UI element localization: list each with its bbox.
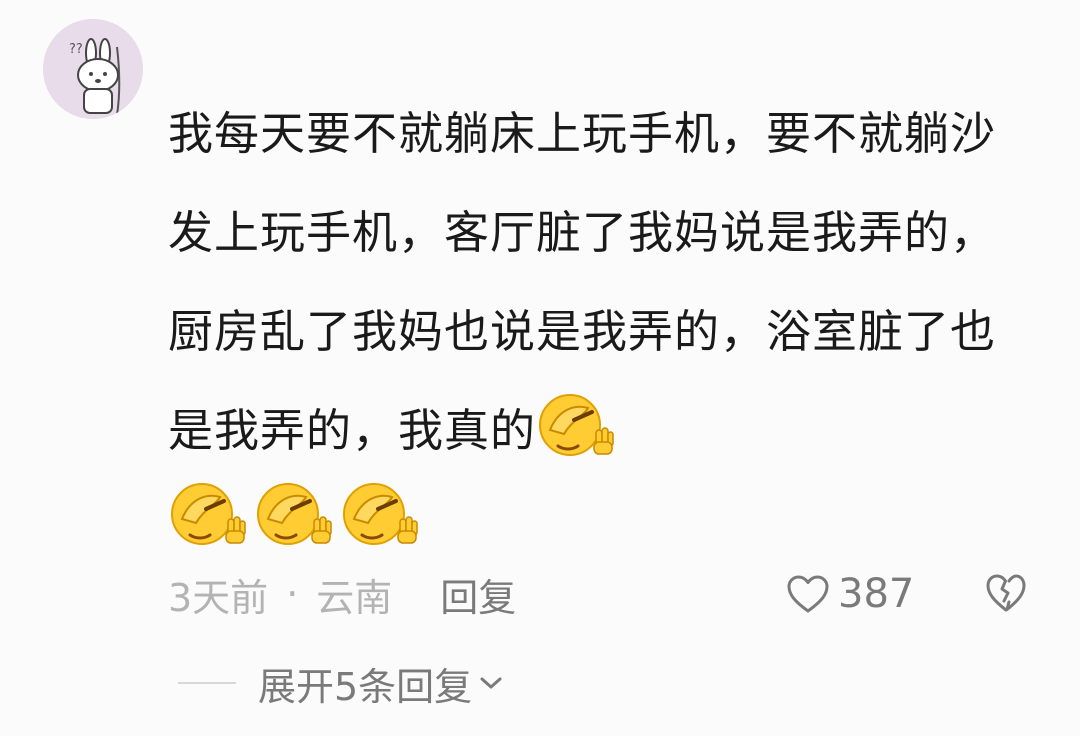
- reply-button[interactable]: 回复: [440, 567, 516, 622]
- chevron-down-icon: [480, 677, 502, 689]
- expand-replies-button[interactable]: 展开5条回复: [178, 655, 504, 711]
- facepalm-emoji-icon: [254, 479, 334, 549]
- meta-separator: ·: [286, 572, 299, 616]
- facepalm-emoji-icon: [340, 479, 420, 549]
- heart-icon: [787, 575, 829, 613]
- divider-line: [178, 682, 236, 684]
- like-button[interactable]: 387: [786, 566, 914, 622]
- like-count: 387: [838, 571, 915, 617]
- comment-body: 我每天要不就躺床上玩手机，要不就躺沙发上玩手机，客厅脏了我妈说是我弄的，厨房乱了…: [168, 84, 1038, 560]
- comment-location: 云南: [316, 575, 393, 620]
- facepalm-emoji-icon: [536, 390, 616, 460]
- user-avatar[interactable]: ??: [43, 19, 143, 119]
- svg-text:??: ??: [69, 42, 83, 57]
- broken-heart-icon: [986, 574, 1026, 612]
- comment-item: ?? 我每天要不就躺床上玩手机，要不就躺沙发上玩手机，客厅脏了我妈说是我弄的，厨…: [0, 0, 1080, 736]
- emoji-row: [168, 470, 1038, 560]
- comment-time: 3天前: [168, 575, 269, 620]
- dislike-button[interactable]: [985, 572, 1027, 614]
- expand-replies-label: 展开5条回复: [258, 664, 473, 709]
- bunny-avatar-icon: ??: [43, 19, 143, 119]
- facepalm-emoji-icon: [168, 479, 248, 549]
- comment-meta: 3天前 · 云南 回复: [168, 566, 516, 622]
